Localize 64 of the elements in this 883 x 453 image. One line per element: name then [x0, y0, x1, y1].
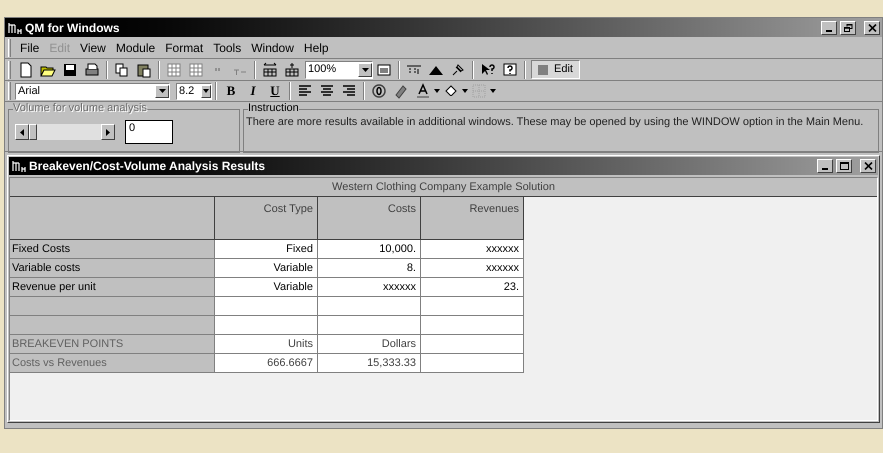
window-title: QM for Windows: [25, 20, 120, 36]
minimize-button[interactable]: [821, 20, 837, 34]
caret-icon[interactable]: [434, 89, 440, 93]
table-cell: 15,333.33: [318, 354, 421, 373]
caret-icon: [362, 68, 368, 72]
table-cell: xxxxxx: [421, 240, 524, 259]
maximize-icon: [840, 162, 848, 170]
instruction-text: There are more results available in additional windows. These may be opened by using the WINDOW option in the Main Menu.: [245, 115, 864, 129]
table-cell: Units: [215, 335, 318, 354]
table-cell: Fixed: [215, 240, 318, 259]
table-cell: 23.: [421, 278, 524, 297]
menu-item[interactable]: Tools: [208, 38, 246, 56]
bold-button[interactable]: B: [220, 81, 242, 101]
restore-icon: [844, 24, 852, 32]
caret-icon[interactable]: [462, 89, 468, 93]
close-icon: [864, 162, 872, 170]
column-header: Costs: [318, 197, 421, 240]
table-cell: 10,000.: [318, 240, 421, 259]
menu-item[interactable]: Window: [246, 38, 299, 56]
menu-item[interactable]: Help: [298, 38, 334, 56]
table-cell: xxxxxx: [421, 259, 524, 278]
menu-item[interactable]: File: [15, 38, 44, 56]
close-icon: [868, 24, 876, 32]
table-cell: Variable: [215, 259, 318, 278]
app-logo-icon: [8, 22, 22, 34]
row-label: Fixed Costs: [10, 240, 215, 259]
menu-item[interactable]: View: [75, 38, 111, 56]
table-caption: Western Clothing Company Example Solution: [10, 178, 877, 197]
font-size-dropdown[interactable]: 8.2: [176, 82, 212, 100]
row-label: BREAKEVEN POINTS: [10, 335, 215, 354]
menu-item[interactable]: Module: [110, 38, 160, 56]
row-label: Variable costs: [10, 259, 215, 278]
minimize-button[interactable]: [817, 159, 833, 173]
caret-icon: [203, 89, 209, 93]
font-dropdown[interactable]: Arial: [15, 82, 170, 100]
minimize-icon: [826, 30, 832, 32]
caret-icon[interactable]: [490, 89, 496, 93]
table-cell: 666.6667: [215, 354, 318, 373]
row-label: Revenue per unit: [10, 278, 215, 297]
group-title: Volume for volume analysis: [13, 102, 147, 115]
column-header: Cost Type: [215, 197, 318, 240]
zoom-dropdown[interactable]: 100%: [305, 60, 373, 78]
menu-item[interactable]: Format: [160, 38, 208, 56]
caret-icon: [158, 89, 166, 93]
window-title: Breakeven/Cost-Volume Analysis Results: [29, 158, 266, 175]
table-cell: xxxxxx: [318, 278, 421, 297]
underline-button[interactable]: U: [264, 81, 286, 101]
app-logo-icon: [12, 160, 26, 172]
minimize-icon: [822, 168, 828, 170]
restore-button[interactable]: [840, 20, 856, 34]
row-label: Costs vs Revenues: [10, 354, 215, 373]
table-cell: Variable: [215, 278, 318, 297]
table-cell: Dollars: [318, 335, 421, 354]
right-arrow-icon: [106, 128, 110, 136]
column-header: Revenues: [421, 197, 524, 240]
maximize-button[interactable]: [836, 159, 852, 173]
close-button[interactable]: [864, 20, 880, 34]
italic-button[interactable]: I: [242, 81, 264, 101]
close-button[interactable]: [860, 159, 876, 173]
scrollbar[interactable]: [15, 124, 115, 140]
scroll-thumb[interactable]: [29, 124, 37, 140]
edit-button[interactable]: Edit: [531, 60, 580, 79]
table-cell: 8.: [318, 259, 421, 278]
left-arrow-icon: [20, 128, 24, 136]
